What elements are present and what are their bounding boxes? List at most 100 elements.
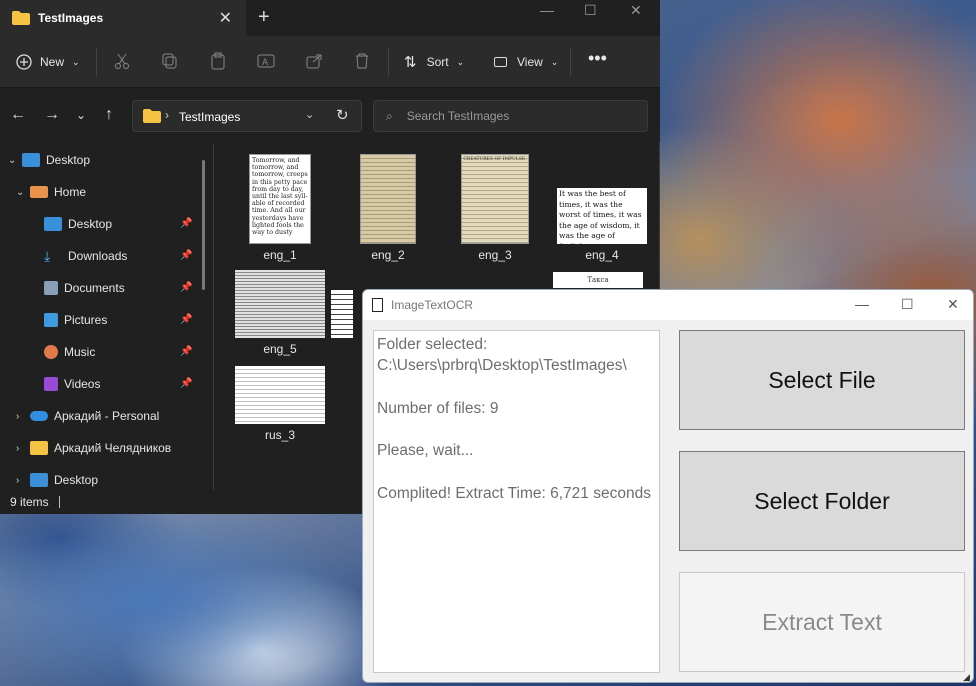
select-file-button[interactable]: Select File [679, 330, 965, 430]
copy-icon[interactable] [161, 52, 179, 70]
pin-icon[interactable]: 📌 [180, 282, 192, 293]
address-bar[interactable]: › TestImages ⌄ ↻ [132, 100, 362, 132]
nav-item-onedrive[interactable]: › Аркадий - Personal [16, 404, 159, 428]
file-item[interactable]: eng_2 [338, 154, 438, 262]
close-tab-icon[interactable]: ✕ [219, 8, 232, 28]
close-window-icon[interactable]: ✕ [630, 2, 642, 19]
status-divider [58, 496, 60, 508]
nav-label: Аркадий - Personal [54, 409, 160, 423]
log-line: Please, wait... [377, 442, 474, 460]
new-tab-icon[interactable]: + [258, 6, 270, 29]
chevron-right-icon: › [16, 474, 20, 486]
nav-item-documents[interactable]: Documents [44, 276, 125, 300]
address-dropdown-icon[interactable]: ⌄ [305, 108, 314, 121]
more-options-icon[interactable]: ••• [588, 48, 607, 68]
tab-title: TestImages [38, 11, 104, 25]
nav-item-pictures[interactable]: Pictures [44, 308, 107, 332]
tab-testimages[interactable]: TestImages ✕ [0, 0, 246, 36]
pin-icon[interactable]: 📌 [180, 314, 192, 325]
pin-icon[interactable]: 📌 [180, 346, 192, 357]
music-icon [44, 345, 58, 359]
command-bar: New ⌄ A ⇅ Sort ⌄ View ⌄ ••• [0, 36, 660, 88]
view-button[interactable]: View ⌄ [494, 52, 558, 72]
extract-text-button[interactable]: Extract Text [679, 572, 965, 672]
nav-item-home[interactable]: ⌄ Home [16, 180, 86, 204]
file-item[interactable]: rus_3 [230, 366, 330, 442]
pin-icon[interactable]: 📌 [180, 378, 192, 389]
nav-item-desktop-2[interactable]: › Desktop [16, 468, 98, 492]
nav-label: Desktop [46, 153, 91, 167]
file-item[interactable]: Tomorrow, and tomorrow, and tomorrow, cr… [230, 154, 330, 262]
chevron-down-icon: ⌄ [550, 56, 559, 67]
file-item[interactable]: CREATURES OF IMPULSE. eng_3 [445, 154, 545, 262]
chevron-right-icon: › [165, 108, 169, 122]
close-window-icon[interactable]: ✕ [947, 296, 959, 313]
download-icon: ⤓ [44, 248, 51, 264]
sort-button[interactable]: ⇅ Sort ⌄ [404, 52, 464, 72]
file-name: eng_3 [478, 248, 512, 262]
delete-icon[interactable] [353, 52, 371, 70]
pictures-icon [44, 313, 58, 327]
rename-icon[interactable]: A [257, 52, 275, 70]
pin-icon[interactable]: 📌 [180, 250, 192, 261]
chevron-right-icon: › [16, 442, 20, 454]
file-item[interactable] [330, 290, 354, 338]
up-icon[interactable]: ↑ [105, 106, 113, 124]
file-thumbnail [235, 366, 325, 424]
refresh-icon[interactable]: ↻ [336, 106, 349, 124]
log-line: Complited! Extract Time: 6,721 seconds [377, 485, 651, 503]
ocr-title-bar[interactable]: ImageTextOCR — ☐ ✕ [363, 290, 973, 320]
nav-label: Downloads [68, 249, 128, 263]
forward-icon[interactable]: → [44, 106, 60, 124]
file-item[interactable]: Такса [552, 272, 644, 288]
output-log[interactable]: Folder selected: C:\Users\prbrq\Desktop\… [373, 330, 660, 673]
file-name: rus_3 [264, 428, 296, 442]
view-icon [494, 57, 507, 67]
cut-icon[interactable] [113, 52, 131, 70]
nav-label: Videos [64, 377, 101, 391]
nav-item-desktop-root[interactable]: ⌄ Desktop [8, 148, 90, 172]
file-thumbnail [235, 270, 325, 338]
chevron-down-icon: ⌄ [456, 56, 465, 67]
share-icon[interactable] [305, 52, 323, 70]
videos-icon [44, 377, 58, 391]
nav-label: Documents [64, 281, 125, 295]
nav-item-downloads[interactable]: ⤓ Downloads [44, 244, 127, 268]
file-item[interactable]: It was the best of times, it was the wor… [552, 154, 652, 262]
pane-divider[interactable] [213, 144, 214, 490]
nav-item-videos[interactable]: Videos [44, 372, 100, 396]
ocr-app-window: ImageTextOCR — ☐ ✕ Folder selected: C:\U… [362, 289, 974, 683]
folder-icon [12, 11, 30, 25]
file-thumbnail: CREATURES OF IMPULSE. [461, 154, 529, 244]
desktop-icon [22, 153, 40, 167]
tab-bar: TestImages ✕ + — ☐ ✕ [0, 0, 660, 36]
resize-grip-icon[interactable]: ◢ [963, 672, 970, 682]
nav-item-music[interactable]: Music [44, 340, 95, 364]
nav-label: Аркадий Челядников [54, 441, 172, 455]
new-button[interactable]: New ⌄ [16, 52, 80, 72]
nav-item-desktop[interactable]: Desktop [44, 212, 112, 236]
nav-label: Home [54, 185, 87, 199]
log-line: C:\Users\prbrq\Desktop\TestImages\ [377, 357, 627, 375]
search-input[interactable]: ⌕ Search TestImages [373, 100, 648, 132]
nav-item-user-folder[interactable]: › Аркадий Челядников [16, 436, 171, 460]
paste-icon[interactable] [209, 52, 227, 70]
chevron-down-icon: ⌄ [16, 186, 25, 198]
sort-label: Sort [426, 55, 449, 69]
nav-label: Pictures [64, 313, 108, 327]
nav-scrollbar[interactable] [202, 160, 205, 290]
minimize-icon[interactable]: — [540, 2, 554, 18]
maximize-icon[interactable]: ☐ [584, 2, 597, 19]
recent-locations-icon[interactable]: ⌄ [76, 108, 86, 122]
select-folder-button[interactable]: Select Folder [679, 451, 965, 551]
back-icon[interactable]: ← [10, 106, 26, 124]
address-path: TestImages [179, 110, 241, 124]
maximize-icon[interactable]: ☐ [901, 296, 914, 313]
minimize-icon[interactable]: — [855, 296, 869, 312]
file-item[interactable]: eng_5 [230, 270, 330, 356]
folder-icon [30, 441, 48, 455]
chevron-down-icon: ⌄ [8, 154, 17, 166]
pin-icon[interactable]: 📌 [180, 218, 192, 229]
